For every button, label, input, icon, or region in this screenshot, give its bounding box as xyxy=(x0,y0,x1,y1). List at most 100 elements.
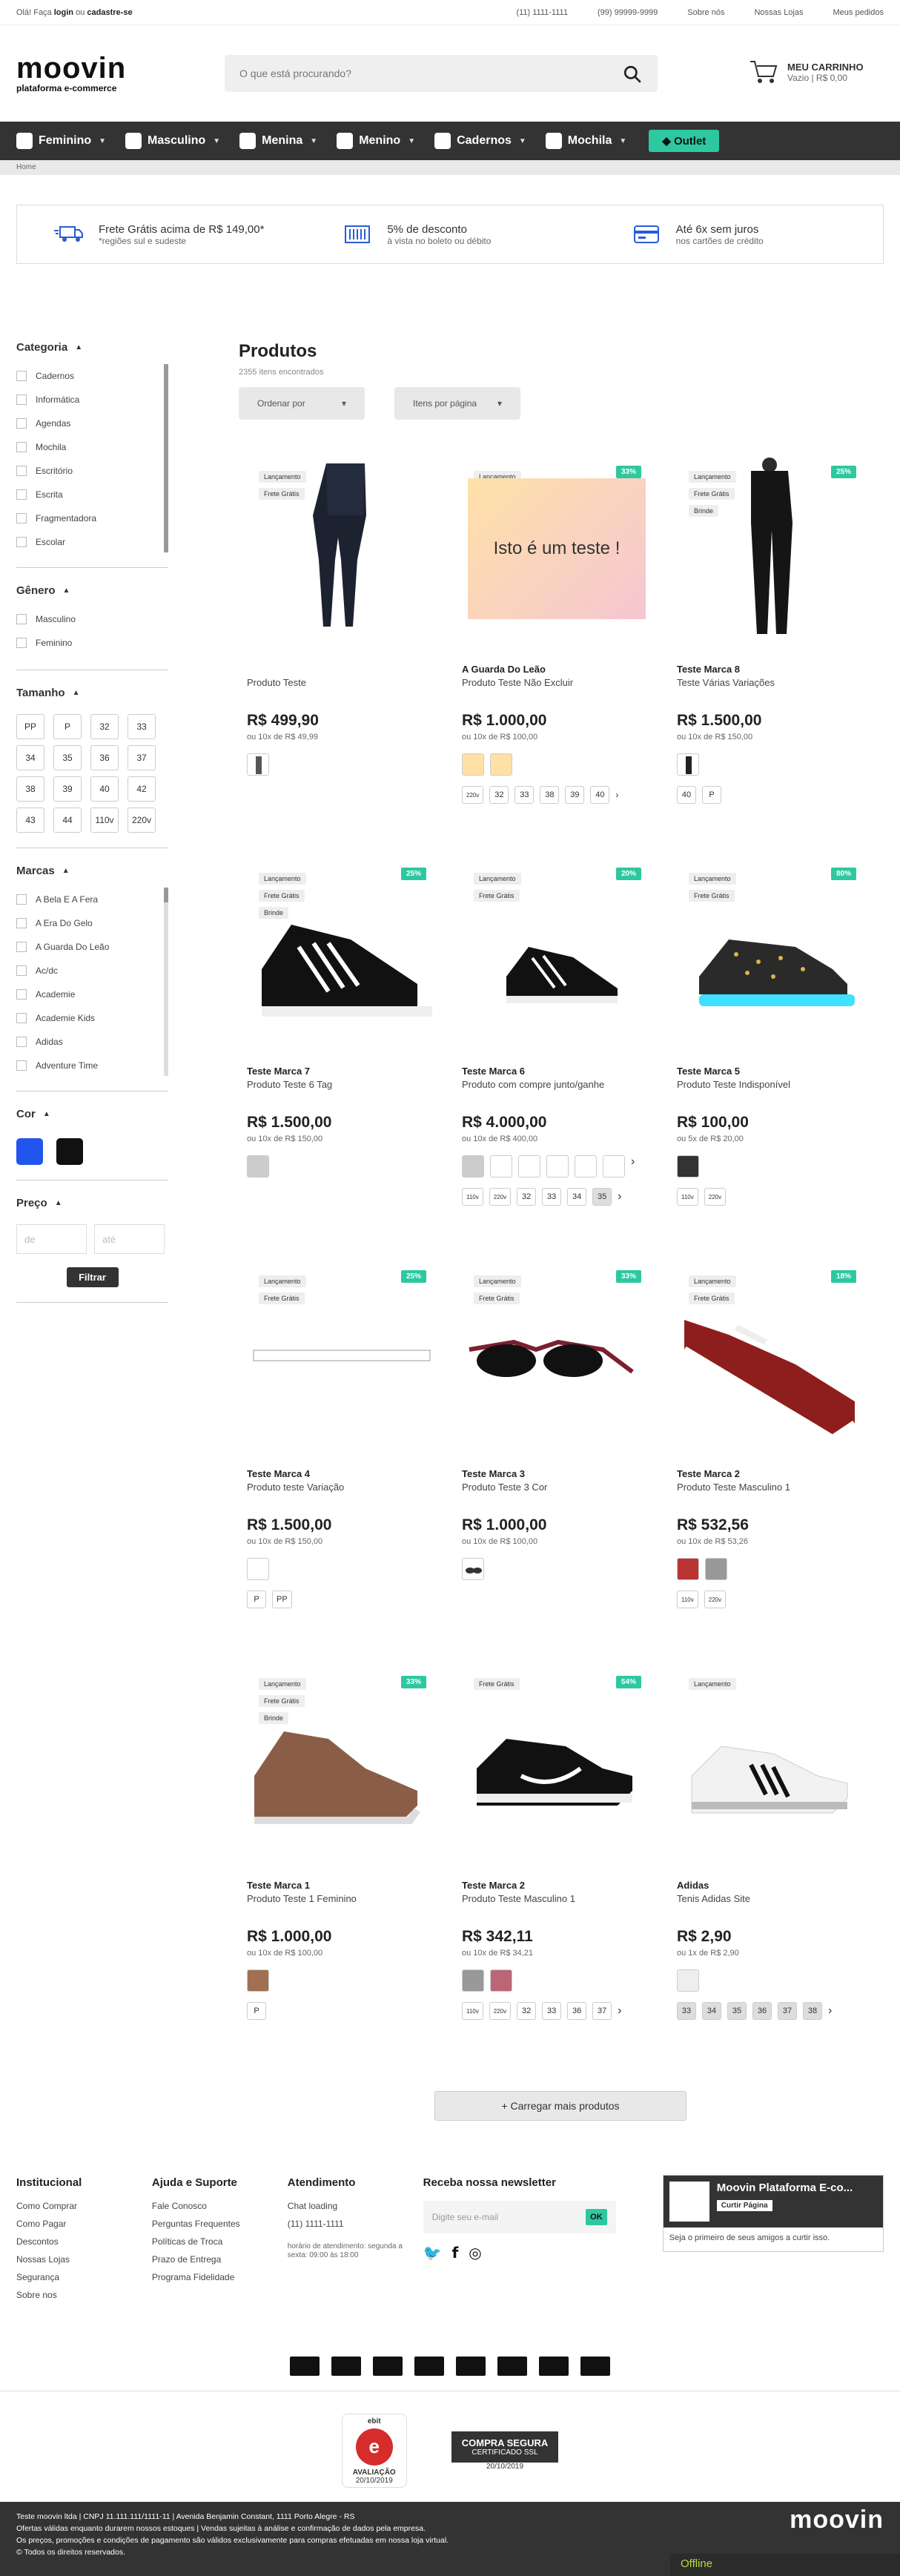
filter-option[interactable]: Adidas xyxy=(16,1030,168,1054)
chevron-right-icon[interactable]: › xyxy=(615,790,618,800)
breadcrumb[interactable]: Home xyxy=(0,160,900,175)
footer-link[interactable]: Nossas Lojas xyxy=(16,2254,152,2265)
ssl-seal[interactable]: COMPRA SEGURA CERTIFICADO SSL 20/10/2019 xyxy=(451,2431,559,2471)
color-thumb[interactable] xyxy=(490,1155,512,1178)
product-card[interactable]: Lançamento Frete Grátis Brinde 25% Teste… xyxy=(677,456,862,804)
filter-option[interactable]: A Era Do Gelo xyxy=(16,911,168,935)
color-thumb[interactable] xyxy=(462,1155,484,1178)
filter-option[interactable]: Mochila xyxy=(16,435,168,459)
checkbox[interactable] xyxy=(16,1060,27,1071)
chevron-right-icon[interactable]: › xyxy=(631,1155,635,1178)
product-card[interactable]: Frete Grátis 54% Teste Marca 2 Produto T… xyxy=(462,1672,647,2020)
facebook-widget[interactable]: Moovin Plataforma E-co... Curtir Página S… xyxy=(662,2175,884,2252)
checkbox[interactable] xyxy=(16,371,27,381)
price-max-input[interactable]: até xyxy=(94,1224,165,1254)
filter-option[interactable]: Academie xyxy=(16,982,168,1006)
color-thumb[interactable] xyxy=(247,1155,269,1178)
filter-option[interactable]: Escrita xyxy=(16,483,168,506)
login-link[interactable]: login xyxy=(54,8,73,17)
filter-heading[interactable]: Gênero ▲ xyxy=(16,584,168,597)
product-image[interactable]: Lançamento Frete Grátis 33% Isto é um te… xyxy=(462,456,647,641)
variation-option[interactable]: 35 xyxy=(727,2002,747,2020)
nav-item-cadernos[interactable]: Cadernos ▼ xyxy=(434,133,526,149)
variation-option[interactable]: 220v xyxy=(462,786,484,804)
fb-like-button[interactable]: Curtir Página xyxy=(716,2200,772,2211)
filter-button[interactable]: Filtrar xyxy=(66,1267,119,1287)
color-thumb[interactable] xyxy=(546,1155,569,1178)
size-option[interactable]: P xyxy=(53,714,82,739)
filter-option[interactable]: Informática xyxy=(16,388,168,412)
newsletter-input[interactable]: Digite seu e-mail OK xyxy=(423,2201,616,2233)
size-option[interactable]: 34 xyxy=(16,745,44,770)
product-card[interactable]: Lançamento Adidas Tenis Adidas Site R$ 2… xyxy=(677,1672,862,2020)
product-name[interactable]: Produto com compre junto/ganhe xyxy=(462,1079,647,1090)
chat-offline-widget[interactable]: Offline xyxy=(670,2554,900,2576)
variation-option[interactable]: 33 xyxy=(677,2002,696,2020)
checkbox[interactable] xyxy=(16,638,27,648)
orders-link[interactable]: Meus pedidos xyxy=(833,8,884,17)
nav-item-mochila[interactable]: Mochila ▼ xyxy=(545,133,626,149)
product-image[interactable]: Frete Grátis 54% xyxy=(462,1672,647,1857)
filter-option[interactable]: Fragmentadora xyxy=(16,506,168,530)
product-name[interactable]: Produto Teste Masculino 1 xyxy=(677,1482,862,1493)
product-image[interactable]: Lançamento xyxy=(677,1672,862,1857)
filter-option[interactable]: Ac/dc xyxy=(16,959,168,982)
checkbox[interactable] xyxy=(16,614,27,624)
variation-option[interactable]: 220v xyxy=(704,1188,727,1206)
price-min-input[interactable]: de xyxy=(16,1224,87,1254)
stores-link[interactable]: Nossas Lojas xyxy=(754,8,803,17)
size-option[interactable]: 43 xyxy=(16,808,44,833)
product-card[interactable]: Lançamento Frete Grátis 33% Teste Marca … xyxy=(462,1261,647,1580)
variation-option[interactable]: 34 xyxy=(702,2002,721,2020)
sort-select[interactable]: Ordenar por ▾ xyxy=(239,387,365,420)
filter-heading[interactable]: Tamanho ▲ xyxy=(16,687,168,699)
color-thumb[interactable] xyxy=(462,753,484,776)
ebit-seal[interactable]: ebit e AVALIAÇÃO 20/10/2019 xyxy=(341,2414,407,2488)
color-thumb[interactable] xyxy=(490,753,512,776)
variation-option[interactable]: 40 xyxy=(590,786,610,804)
filter-option[interactable]: A Bela E A Fera xyxy=(16,888,168,911)
filter-option[interactable]: Escolar xyxy=(16,530,168,552)
color-thumb[interactable] xyxy=(575,1155,597,1178)
variation-option[interactable]: 35 xyxy=(592,1188,612,1206)
variation-option[interactable]: 110v xyxy=(462,1188,483,1206)
color-thumb[interactable] xyxy=(247,1969,269,1992)
product-name[interactable]: Produto Teste 6 Tag xyxy=(247,1079,432,1090)
size-option[interactable]: 38 xyxy=(16,776,44,802)
product-name[interactable]: Produto Teste Não Excluir xyxy=(462,677,647,688)
chevron-right-icon[interactable]: › xyxy=(618,2004,621,2018)
size-option[interactable]: 37 xyxy=(128,745,156,770)
variation-option[interactable]: 33 xyxy=(542,2002,562,2020)
size-option[interactable]: 36 xyxy=(90,745,119,770)
size-option[interactable]: 33 xyxy=(128,714,156,739)
variation-option[interactable]: 220v xyxy=(704,1591,727,1608)
variation-option[interactable]: P xyxy=(247,1591,266,1608)
checkbox[interactable] xyxy=(16,965,27,976)
scrollbar[interactable] xyxy=(164,888,168,1076)
color-swatch-black[interactable] xyxy=(56,1138,83,1165)
filter-option[interactable]: Feminino xyxy=(16,631,168,655)
product-image[interactable]: Lançamento Frete Grátis Brinde 25% xyxy=(247,858,432,1043)
color-swatch-blue[interactable] xyxy=(16,1138,43,1165)
variation-option[interactable]: 34 xyxy=(567,1188,587,1206)
checkbox[interactable] xyxy=(16,442,27,452)
product-image[interactable]: Lançamento Frete Grátis xyxy=(247,456,432,641)
footer-link[interactable]: Sobre nos xyxy=(16,2290,152,2300)
variation-option[interactable]: P xyxy=(247,2002,266,2020)
nav-item-menina[interactable]: Menina ▼ xyxy=(239,133,317,149)
footer-link[interactable]: Fale Conosco xyxy=(152,2201,288,2211)
size-option[interactable]: PP xyxy=(16,714,44,739)
filter-heading[interactable]: Cor ▲ xyxy=(16,1108,168,1120)
filter-option[interactable]: Academie Kids xyxy=(16,1006,168,1030)
color-thumb[interactable] xyxy=(518,1155,540,1178)
about-link[interactable]: Sobre nós xyxy=(687,8,724,17)
checkbox[interactable] xyxy=(16,1013,27,1023)
filter-heading[interactable]: Preço ▲ xyxy=(16,1197,168,1209)
nav-item-menino[interactable]: Menino ▼ xyxy=(337,133,415,149)
nav-item-masculino[interactable]: Masculino ▼ xyxy=(125,133,220,149)
variation-option[interactable]: 36 xyxy=(567,2002,587,2020)
checkbox[interactable] xyxy=(16,989,27,1000)
color-thumb[interactable] xyxy=(677,1558,699,1580)
size-option[interactable]: 110v xyxy=(90,808,119,833)
checkbox[interactable] xyxy=(16,466,27,476)
